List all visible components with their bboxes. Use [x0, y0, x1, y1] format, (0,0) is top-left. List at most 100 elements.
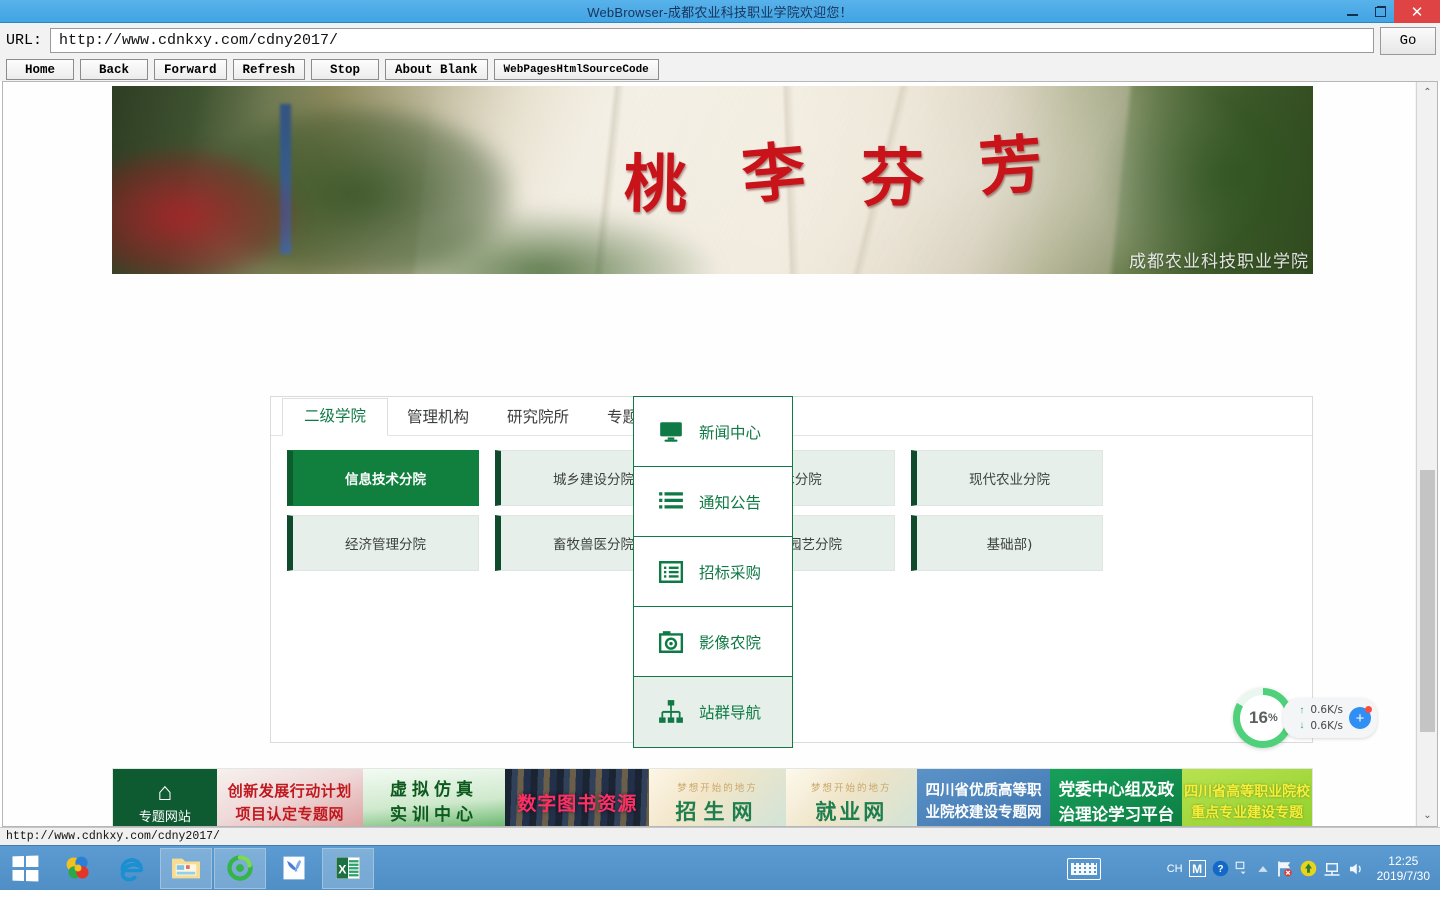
speed-arrows: ↑ ↓ — [1299, 703, 1304, 734]
show-hidden-icons-icon[interactable] — [1235, 861, 1250, 876]
banner-key-major-construction[interactable]: 四川省高等职业院校 重点专业建设专题 — [1182, 769, 1312, 826]
download-rate: 0.6K/s — [1310, 720, 1343, 732]
banner-employment[interactable]: 梦想开始的地方 就业网 — [785, 769, 917, 826]
taskbar-app-excel[interactable]: X — [322, 847, 374, 889]
speed-readout: ↑ ↓ 0.6K/s 0.6K/s + — [1283, 698, 1377, 738]
go-button[interactable]: Go — [1380, 26, 1436, 55]
monitor-icon — [656, 418, 686, 446]
college-item-info-tech[interactable]: 信息技术分院 — [287, 450, 479, 506]
college-item-modern-agri[interactable]: 现代农业分院 — [911, 450, 1103, 506]
banner-quality-vocational[interactable]: 四川省优质高等职 业院校建设专题网 — [916, 769, 1051, 826]
add-tool-button[interactable]: + — [1349, 706, 1372, 729]
maximize-button[interactable] — [1366, 0, 1394, 23]
close-button[interactable]: ✕ — [1394, 0, 1440, 23]
internet-explorer-icon — [120, 858, 144, 882]
dropdown-label: 影像农院 — [699, 633, 762, 652]
calligraphy-char-2: 李 — [739, 132, 811, 213]
calligraphy-char-3: 芬 — [860, 140, 926, 215]
home-icon: ⌂ — [157, 778, 173, 806]
tab-research-institutes[interactable]: 研究院所 — [488, 400, 588, 435]
chevron-up-icon[interactable] — [1256, 862, 1270, 876]
ime-language-indicator[interactable]: CH — [1167, 863, 1183, 875]
banner-label: 专题网站 — [138, 809, 191, 824]
windows-taskbar: X CH M ? 12:25 2019/7/30 — [0, 845, 1440, 890]
dropdown-item-announcements[interactable]: 通知公告 — [634, 467, 792, 537]
stop-button[interactable]: Stop — [311, 59, 380, 80]
dropdown-label: 站群导航 — [699, 704, 762, 722]
hero-calligraphy: 桃 李 芬 芳 — [622, 107, 1046, 232]
minimize-icon — [1346, 13, 1358, 16]
clock-date: 2019/7/30 — [1376, 868, 1430, 883]
minimize-button[interactable] — [1338, 0, 1366, 23]
taskbar-clock[interactable]: 12:25 2019/7/30 — [1371, 854, 1434, 884]
action-center-flag-icon[interactable] — [1276, 860, 1294, 878]
banner-digital-library[interactable]: 数字图书资源 — [505, 769, 650, 826]
banner-innovation-plan[interactable]: 创新发展行动计划 项目认定专题网 — [216, 769, 363, 826]
taskbar-app-ie[interactable] — [106, 848, 158, 889]
banner-line2: 重点专业建设专题 — [1191, 804, 1304, 821]
taskbar-app-foxmail[interactable] — [268, 848, 320, 889]
taskbar-app-explorer[interactable] — [160, 847, 212, 889]
clock-time: 12:25 — [1388, 853, 1419, 868]
banner-line1: 创新发展行动计划 — [227, 782, 352, 800]
dropdown-item-news-center[interactable]: 新闻中心 — [634, 397, 792, 467]
svg-text:X: X — [338, 862, 347, 876]
maximize-icon — [1374, 6, 1386, 17]
window-controls: ✕ — [1338, 0, 1440, 23]
refresh-button[interactable]: Refresh — [232, 59, 306, 80]
help-icon[interactable]: ? — [1212, 860, 1229, 877]
ime-mode-indicator[interactable]: M — [1188, 860, 1206, 877]
scroll-up-button[interactable]: ⌃ — [1417, 82, 1437, 103]
college-item-econ-mgmt[interactable]: 经济管理分院 — [287, 515, 479, 571]
hero-watermark: 成都农业科技职业学院 — [1129, 252, 1309, 272]
banner-tagline: 梦想开始的地方 — [677, 782, 758, 794]
calligraphy-char-4: 芳 — [976, 126, 1047, 205]
memory-usage-value: 16% — [1240, 695, 1287, 741]
taskbar-app-firefox[interactable] — [52, 848, 104, 889]
download-arrow-icon: ↓ — [1299, 720, 1305, 731]
excel-icon: X — [336, 857, 360, 879]
upload-rate: 0.6K/s — [1310, 703, 1343, 716]
banner-special-topic-site[interactable]: ⌂ 专题网站 — [113, 769, 217, 826]
browser-content-area: 桃 李 芬 芳 成都农业科技职业学院 二级学院 管理机构 研究院所 专题 信息技… — [2, 81, 1438, 827]
banner-virtual-simulation[interactable]: 虚拟仿真 实训中心 — [362, 769, 506, 826]
home-button[interactable]: Home — [6, 59, 74, 80]
memory-percent: 16 — [1249, 708, 1268, 727]
scroll-down-button[interactable]: ⌄ — [1417, 805, 1437, 826]
tab-secondary-colleges[interactable]: 二级学院 — [282, 398, 389, 436]
dropdown-item-tender-procurement[interactable]: 招标采购 — [634, 537, 792, 607]
file-explorer-icon — [172, 858, 200, 879]
network-speed-widget[interactable]: 16% ↑ ↓ 0.6K/s 0.6K/s + — [1233, 688, 1377, 748]
dropdown-item-site-navigation[interactable]: 站群导航 — [634, 677, 792, 747]
about-blank-button[interactable]: About Blank — [385, 59, 488, 80]
banner-line1: 党委中心组及政 — [1058, 779, 1175, 799]
forward-button[interactable]: Forward — [154, 59, 227, 80]
dropdown-item-campus-gallery[interactable]: 影像农院 — [634, 607, 792, 677]
promo-banner-strip: ⌂ 专题网站 创新发展行动计划 项目认定专题网 虚拟仿真 实训中心 数字图书资源… — [112, 768, 1313, 826]
network-icon[interactable] — [1323, 860, 1341, 878]
dropdown-label: 通知公告 — [699, 493, 762, 512]
window-title: WebBrowser-成都农业科技职业学院欢迎您！ — [587, 4, 853, 20]
college-item-obscured-8[interactable]: 基础部) — [911, 515, 1103, 571]
url-label: URL: — [6, 32, 43, 49]
document-list-icon — [656, 558, 686, 586]
banner-party-theory-platform[interactable]: 党委中心组及政 治理论学习平台 — [1050, 769, 1183, 826]
url-input[interactable] — [50, 28, 1374, 53]
hero-banner: 桃 李 芬 芳 成都农业科技职业学院 — [112, 86, 1313, 274]
windows-logo-icon — [12, 855, 39, 881]
start-button[interactable] — [0, 846, 50, 891]
volume-icon[interactable] — [1347, 860, 1365, 878]
vertical-scrollbar[interactable]: ⌃ ⌄ — [1416, 82, 1437, 826]
update-icon[interactable] — [1300, 860, 1317, 877]
calligraphy-char-1: 桃 — [623, 146, 690, 222]
percent-symbol: % — [1267, 712, 1278, 724]
taskbar-app-browser360[interactable] — [214, 847, 266, 889]
view-source-button[interactable]: WebPagesHtmlSourceCode — [493, 59, 659, 80]
tab-admin-offices[interactable]: 管理机构 — [388, 400, 488, 435]
back-button[interactable]: Back — [80, 59, 148, 80]
banner-admissions[interactable]: 梦想开始的地方 招生网 — [649, 769, 786, 826]
scrollbar-thumb[interactable] — [1420, 470, 1435, 732]
list-icon — [656, 488, 686, 516]
status-bar: http://www.cdnkxy.com/cdny2017/ — [0, 827, 1440, 845]
touch-keyboard-icon[interactable] — [1066, 857, 1101, 880]
